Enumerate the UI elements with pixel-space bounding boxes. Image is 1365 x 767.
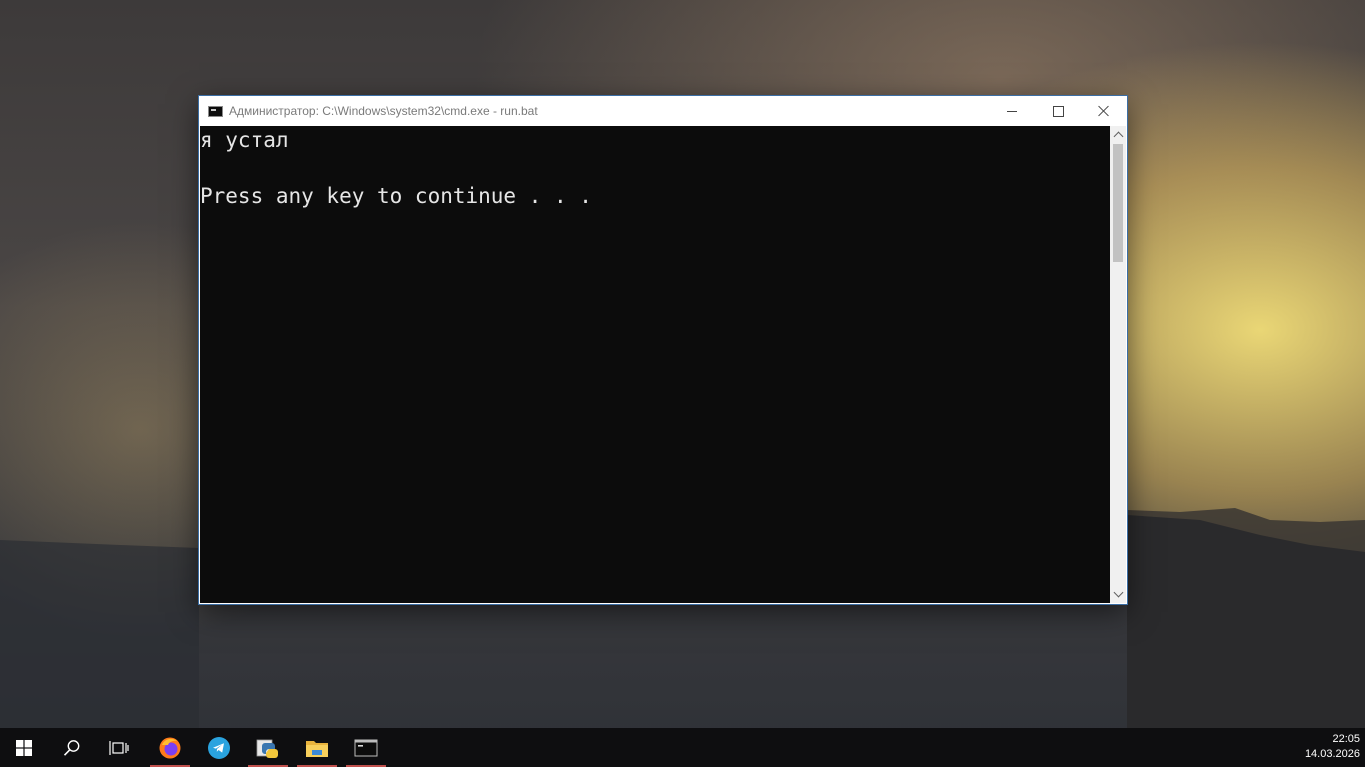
taskbar: 22:05 14.03.2026 <box>0 728 1365 767</box>
close-button[interactable] <box>1081 96 1127 126</box>
taskbar-cmd[interactable] <box>346 728 386 767</box>
maximize-button[interactable] <box>1035 96 1081 126</box>
close-icon <box>1098 105 1110 117</box>
search-button[interactable] <box>52 728 92 767</box>
scroll-down-button[interactable] <box>1110 586 1126 603</box>
taskbar-python-idle[interactable] <box>248 728 288 767</box>
search-icon <box>63 739 80 756</box>
vertical-scrollbar[interactable] <box>1110 126 1126 603</box>
system-clock[interactable]: 22:05 14.03.2026 <box>1305 732 1360 762</box>
title-bar[interactable]: Администратор: C:\Windows\system32\cmd.e… <box>199 96 1127 126</box>
console-line: Press any key to continue . . . <box>200 184 592 208</box>
clock-time: 22:05 <box>1332 733 1360 745</box>
task-view-button[interactable] <box>99 728 139 767</box>
file-explorer-icon <box>306 740 328 757</box>
clock-date: 14.03.2026 <box>1304 748 1360 760</box>
cmd-window[interactable]: Администратор: C:\Windows\system32\cmd.e… <box>199 96 1127 604</box>
minimize-button[interactable] <box>989 96 1035 126</box>
chevron-up-icon <box>1113 131 1123 142</box>
chevron-down-icon <box>1113 587 1123 598</box>
maximize-icon <box>1052 105 1064 117</box>
taskbar-firefox[interactable] <box>150 728 190 767</box>
windows-start-icon <box>16 739 32 756</box>
scrollbar-thumb[interactable] <box>1113 144 1123 262</box>
taskbar-file-explorer[interactable] <box>297 728 337 767</box>
telegram-icon <box>208 736 230 759</box>
python-idle-icon <box>256 739 278 758</box>
firefox-icon <box>159 737 181 758</box>
cmd-icon <box>208 106 223 117</box>
window-title: Администратор: C:\Windows\system32\cmd.e… <box>229 104 538 118</box>
console-output[interactable]: я устал Press any key to continue . . . <box>200 126 1110 603</box>
task-view-icon <box>109 740 129 755</box>
taskbar-telegram[interactable] <box>199 728 239 767</box>
minimize-icon <box>1007 110 1017 112</box>
console-line: я устал <box>200 128 289 152</box>
scroll-up-button[interactable] <box>1110 126 1126 143</box>
start-button[interactable] <box>4 728 44 767</box>
cmd-icon <box>354 739 378 756</box>
